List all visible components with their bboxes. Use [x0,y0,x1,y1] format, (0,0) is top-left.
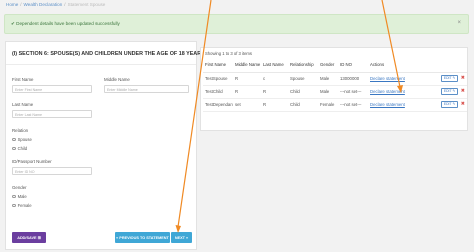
column-header: Gender [318,58,338,73]
breadcrumb-wealth-declaration[interactable]: Wealth Declaration [24,2,63,7]
middle-name-label: Middle Name [104,77,130,82]
id-passport-input[interactable]: Enter ID NO [12,167,92,175]
gender-option-male[interactable]: Male [12,194,27,199]
middle-name-input[interactable]: Enter Middle Name [104,85,189,93]
cell-gender: Male [318,72,338,86]
cell-middle-name: R [233,72,261,86]
column-header: ID NO [338,58,368,73]
close-icon[interactable]: × [457,20,461,26]
column-header: Middle Name [233,58,261,73]
radio-icon[interactable] [12,146,16,151]
delete-icon[interactable]: ✖ [461,76,465,81]
cell-id-no: ---not set--- [338,98,368,112]
table-row: TestDependant set R Child Female ---not … [203,98,467,112]
cell-relationship: Spouse [288,72,318,86]
cell-relationship: Child [288,85,318,99]
dependents-table: First Name Middle Name Last Name Relatio… [203,58,467,112]
id-passport-label: ID/Passport Number [12,159,52,164]
radio-icon[interactable] [12,137,16,142]
column-header: Last Name [261,58,288,73]
breadcrumb-current: Statement Spouse [67,2,106,7]
column-header: First Name [203,58,233,73]
next-button[interactable]: NEXT » [171,232,192,243]
cell-first-name: TestSpouse [203,72,233,86]
cell-gender: Male [318,85,338,99]
edit-button[interactable]: EDIT ✎ [441,88,458,95]
cell-last-name: c [261,72,288,86]
cell-middle-name: R [233,85,261,99]
declare-statement-link[interactable]: Declare statement [370,76,405,81]
cell-middle-name: set [233,98,261,112]
last-name-label: Last Name [12,102,34,107]
first-name-label: First Name [12,77,34,82]
cell-first-name: TestDependant [203,98,233,112]
cell-gender: Female [318,98,338,112]
breadcrumb: Home / Wealth Declaration / Statement Spouse [6,2,106,7]
cell-last-name: R [261,85,288,99]
relation-label: Relation [12,128,29,133]
radio-icon[interactable] [12,194,16,199]
add-save-button[interactable]: ADD/SAVE ⊞ [12,232,46,243]
table-row: TestChild R R Child Male ---not set--- D… [203,85,467,99]
cell-last-name: R [261,98,288,112]
breadcrumb-home[interactable]: Home [6,2,18,7]
column-header: Relationship [288,58,318,73]
divider [6,64,196,65]
cell-id-no: 13000000 [338,72,368,86]
previous-to-statement-button[interactable]: « PREVIOUS TO STATEMENT [115,232,170,243]
cell-relationship: Child [288,98,318,112]
table-header-row: First Name Middle Name Last Name Relatio… [203,58,467,73]
relation-option-spouse[interactable]: Spouse [12,137,32,142]
delete-icon[interactable]: ✖ [461,89,465,94]
edit-button[interactable]: EDIT ✎ [441,75,458,82]
gender-label: Gender [12,185,27,190]
declare-statement-link[interactable]: Declare statement [370,89,405,94]
cell-id-no: ---not set--- [338,85,368,99]
relation-option-child[interactable]: Child [12,146,27,151]
table-row: TestSpouse R c Spouse Male 13000000 Decl… [203,72,467,86]
first-name-input[interactable]: Enter First Name [12,85,92,93]
gender-option-female[interactable]: Female [12,203,32,208]
last-name-input[interactable]: Enter Last Name [12,110,92,118]
cell-first-name: TestChild [203,85,233,99]
radio-icon[interactable] [12,203,16,208]
dependent-form-panel: (I) SECTION 6: SPOUSE(S) AND CHILDREN UN… [5,41,205,250]
section-title: (I) SECTION 6: SPOUSE(S) AND CHILDREN UN… [12,51,205,57]
table-summary: Showing 1 to 3 of 3 items [205,51,253,56]
dependents-table-panel: Showing 1 to 3 of 3 items First Name Mid… [200,47,468,131]
alert-message: Dependent details have been updated succ… [16,21,120,26]
edit-button[interactable]: EDIT ✎ [441,101,458,108]
column-header: Actions [368,58,467,73]
delete-icon[interactable]: ✖ [461,102,465,107]
success-alert: ✔ Dependent details have been updated su… [4,14,469,34]
declare-statement-link[interactable]: Declare statement [370,102,405,107]
